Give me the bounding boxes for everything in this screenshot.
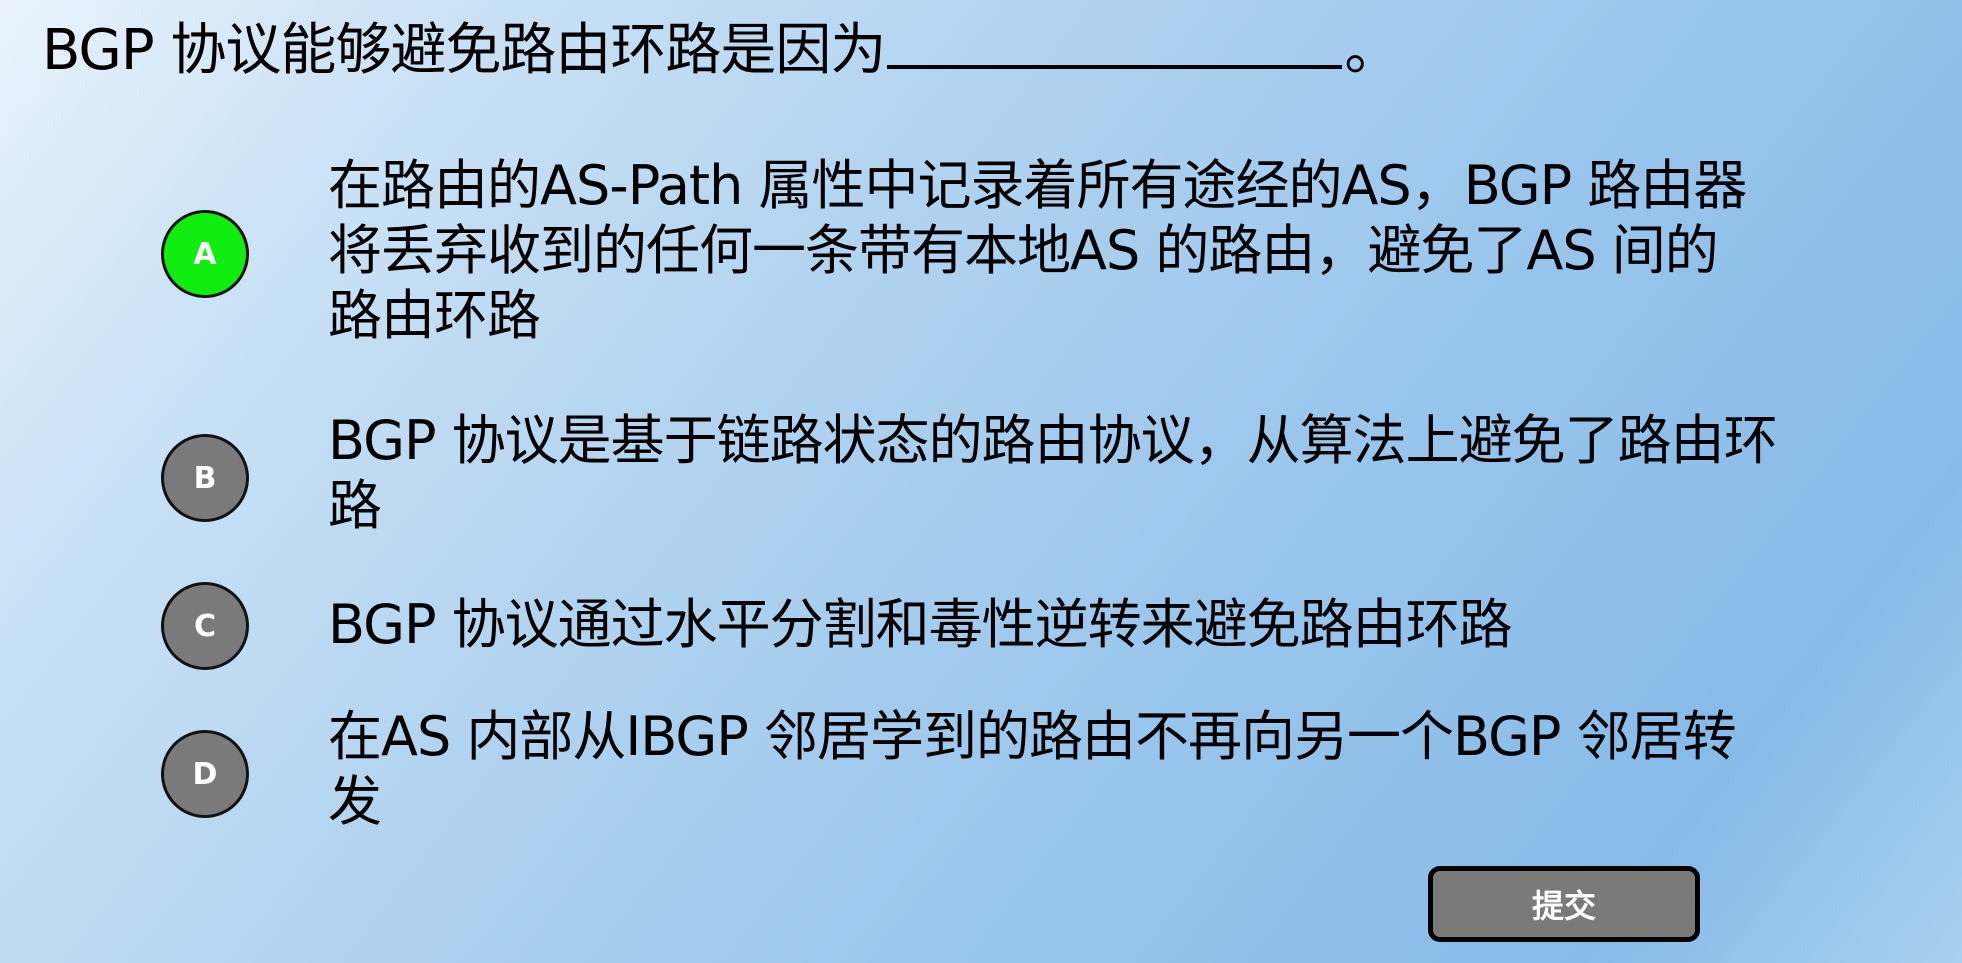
submit-button[interactable]: 提交: [1428, 866, 1700, 942]
option-d-radio[interactable]: D: [161, 730, 249, 818]
option-c-radio[interactable]: C: [161, 582, 249, 670]
question-stem: BGP 协议能够避免路由环路是因为: [42, 18, 886, 83]
option-a-radio[interactable]: A: [161, 210, 249, 298]
option-a-label[interactable]: 在路由的AS-Path 属性中记录着所有途经的AS，BGP 路由器将丢弃收到的任…: [328, 153, 1758, 348]
question-suffix: 。: [1344, 18, 1400, 83]
option-d-label[interactable]: 在AS 内部从IBGP 邻居学到的路由不再向另一个BGP 邻居转发: [328, 704, 1748, 834]
option-c-label[interactable]: BGP 协议通过水平分割和毒性逆转来避免路由环路: [328, 592, 1788, 657]
option-b-radio[interactable]: B: [161, 434, 249, 522]
question-text: BGP 协议能够避免路由环路是因为 。: [42, 14, 1400, 88]
answer-blank: [887, 15, 1343, 69]
option-b-label[interactable]: BGP 协议是基于链路状态的路由协议，从算法上避免了路由环路: [328, 408, 1788, 538]
